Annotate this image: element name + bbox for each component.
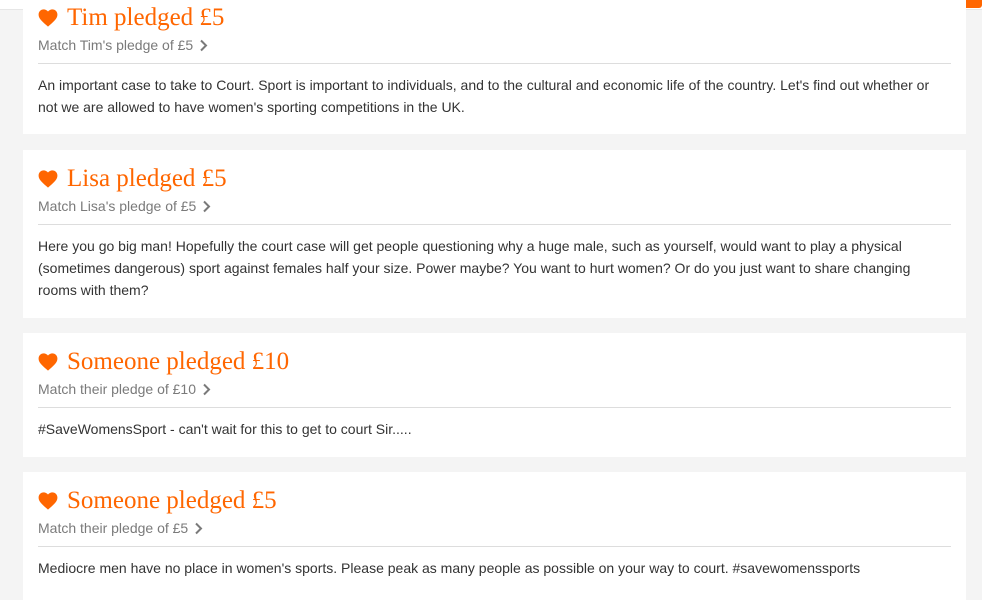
pledge-message: An important case to take to Court. Spor… [38, 77, 930, 115]
heart-icon [38, 170, 58, 188]
pledge-title: Someone pledged £5 [67, 487, 277, 514]
match-pledge-link[interactable]: Match their pledge of £5 [38, 517, 951, 539]
pledge-card: Tim pledged £5 Match Tim's pledge of £5 … [23, 0, 966, 134]
heart-icon [38, 353, 58, 371]
pledge-card: Someone pledged £10 Match their pledge o… [23, 333, 966, 457]
match-pledge-label: Match Lisa's pledge of £5 [38, 198, 197, 214]
chevron-right-icon [203, 383, 211, 395]
divider [38, 63, 951, 64]
pledge-title: Lisa pledged £5 [67, 165, 227, 192]
match-pledge-label: Match Tim's pledge of £5 [38, 37, 194, 53]
pledge-message: Here you go big man! Hopefully the court… [38, 238, 911, 298]
divider [38, 224, 951, 225]
pledge-title: Someone pledged £10 [67, 348, 290, 375]
divider [38, 407, 951, 408]
match-pledge-link[interactable]: Match Tim's pledge of £5 [38, 34, 951, 56]
heart-icon [38, 492, 58, 510]
match-pledge-label: Match their pledge of £5 [38, 520, 189, 536]
pledge-card: Someone pledged £5 Match their pledge of… [23, 472, 966, 600]
chevron-right-icon [195, 522, 203, 534]
pledge-title: Tim pledged £5 [67, 4, 225, 31]
chevron-right-icon [200, 39, 208, 51]
chevron-right-icon [203, 200, 211, 212]
pledge-message: Mediocre men have no place in women's sp… [38, 560, 861, 576]
divider [38, 546, 951, 547]
match-pledge-link[interactable]: Match Lisa's pledge of £5 [38, 195, 951, 217]
match-pledge-label: Match their pledge of £10 [38, 381, 196, 397]
pledge-card: Lisa pledged £5 Match Lisa's pledge of £… [23, 150, 966, 318]
match-pledge-link[interactable]: Match their pledge of £10 [38, 378, 951, 400]
heart-icon [38, 9, 58, 27]
pledge-message: #SaveWomensSport - can't wait for this t… [38, 421, 412, 437]
